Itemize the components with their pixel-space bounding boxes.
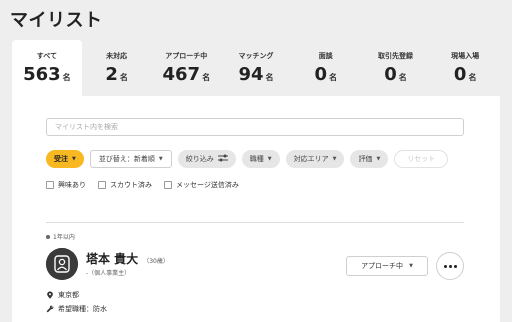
reset-button[interactable]: リセット [394,150,449,168]
tab-count-unit: 名 [329,73,337,82]
checkbox-label: 興味あり [58,181,86,189]
tab-count: 94 名 [221,65,291,88]
candidate-location: 東京都 [46,290,79,300]
candidate-age: （30歳） [143,258,169,265]
area-label: 対応エリア [293,155,329,163]
tab-count-unit: 名 [62,73,71,82]
narrow-down-button[interactable]: 絞り込み [177,150,236,168]
desired-job-label: 希望職種：防水 [58,305,107,313]
sort-dropdown[interactable]: 並び替え：新着順 ▼ [89,150,172,168]
tab-count-number: 94 [238,64,264,85]
checkbox-box[interactable] [98,181,106,189]
tab-count: 563 名 [12,65,82,88]
tab-count-unit: 名 [265,73,274,82]
location-label: 東京都 [58,291,79,299]
tab-count-number: 2 [105,64,118,85]
user-icon [46,248,78,280]
tab-matching[interactable]: マッチング 94 名 [221,40,291,96]
checkbox-scouted[interactable]: スカウト済み [98,180,152,190]
tab-count-unit: 名 [398,73,407,82]
checkbox-message-sent[interactable]: メッセージ送信済み [164,180,239,190]
tab-count-number: 0 [453,64,467,85]
checkbox-box[interactable] [164,181,172,189]
tab-label: 面談 [318,52,333,60]
more-dot-icon [448,264,452,268]
dot-icon [46,234,50,239]
checkbox-label: メッセージ送信済み [176,181,239,189]
tab-site-entry[interactable]: 現場入場 0名 [430,40,500,96]
tab-count-unit: 名 [468,73,477,82]
job-type-dropdown[interactable]: 職種 ▼ [241,150,280,168]
candidate-desired-job: 希望職種：防水 [46,304,107,314]
checkbox-label: スカウト済み [110,181,152,189]
map-pin-icon [46,291,54,299]
tab-approaching[interactable]: アプローチ中 467 名 [151,40,221,96]
tab-count: 2名 [82,65,152,88]
tab-label: アプローチ中 [165,52,208,60]
more-options-button[interactable] [436,252,464,280]
recency-badge: 1年以内 [46,232,75,241]
job-type-label: 職種 [249,155,264,163]
search-input[interactable] [46,118,464,136]
narrow-down-label: 絞り込み [185,155,214,163]
status-dropdown[interactable]: アプローチ中 ▼ [346,256,428,276]
tab-count-number: 0 [384,64,397,85]
checkbox-group: 興味あり スカウト済み メッセージ送信済み [46,180,239,190]
tab-count-number: 563 [23,64,61,85]
filter-bar: 受注 ▼ 並び替え：新着順 ▼ 絞り込み 職種 ▼ 対応エリア ▼ 評価 ▼ リ… [46,150,449,168]
rating-dropdown[interactable]: 評価 ▼ [350,150,389,168]
checkbox-box[interactable] [46,181,54,189]
candidate-company: -（個人事業主） [86,270,131,277]
status-tabs: すべて 563 名 未対応 2名 アプローチ中 467 名 マッチング 94 名 面談… [12,40,500,96]
chevron-down-icon: ▼ [158,156,163,162]
tab-count-unit: 名 [119,73,128,82]
status-label: アプローチ中 [361,262,404,270]
tab-count-number: 467 [162,64,201,85]
tab-count-number: 0 [314,64,327,85]
sort-label: 並び替え：新着順 [98,155,155,163]
tab-label: 未対応 [106,52,128,60]
chevron-down-icon: ▼ [409,263,413,269]
order-type-dropdown[interactable]: 受注 ▼ [46,150,84,168]
rating-label: 評価 [358,155,373,163]
tab-count: 467 名 [151,65,221,88]
wrench-icon [46,305,54,313]
tab-count-unit: 名 [202,73,211,82]
tab-client-registered[interactable]: 取引先登録 0名 [361,40,431,96]
tab-count: 0名 [430,65,500,88]
tab-count: 0名 [291,65,361,88]
tab-label: すべて [36,52,57,60]
more-dot-icon [443,264,447,268]
chevron-down-icon: ▼ [72,156,76,162]
tab-unhandled[interactable]: 未対応 2名 [82,40,152,96]
area-dropdown[interactable]: 対応エリア ▼ [285,150,345,168]
recency-label: 1年以内 [53,234,75,241]
page-title: マイリスト [10,10,103,31]
tab-label: 現場入場 [451,52,480,60]
chevron-down-icon: ▼ [267,156,272,162]
candidate-name[interactable]: 塔本 貴大 [86,250,138,267]
more-dot-icon [453,264,457,268]
candidate-name-row: 塔本 貴大 （30歳） [86,250,169,267]
reset-label: リセット [407,155,436,163]
chevron-down-icon: ▼ [332,156,337,162]
avatar[interactable] [46,248,78,280]
chevron-down-icon: ▼ [376,156,381,162]
list-panel: 受注 ▼ 並び替え：新着順 ▼ 絞り込み 職種 ▼ 対応エリア ▼ 評価 ▼ リ… [12,96,500,322]
tab-interview[interactable]: 面談 0名 [291,40,361,96]
tab-label: 取引先登録 [377,52,413,60]
checkbox-interested[interactable]: 興味あり [46,180,86,190]
tab-label: マッチング [238,52,274,60]
order-type-label: 受注 [54,155,68,163]
tab-all[interactable]: すべて 563 名 [12,40,82,96]
divider [46,222,464,223]
filter-sliders-icon [217,154,228,164]
tab-count: 0名 [361,65,431,88]
